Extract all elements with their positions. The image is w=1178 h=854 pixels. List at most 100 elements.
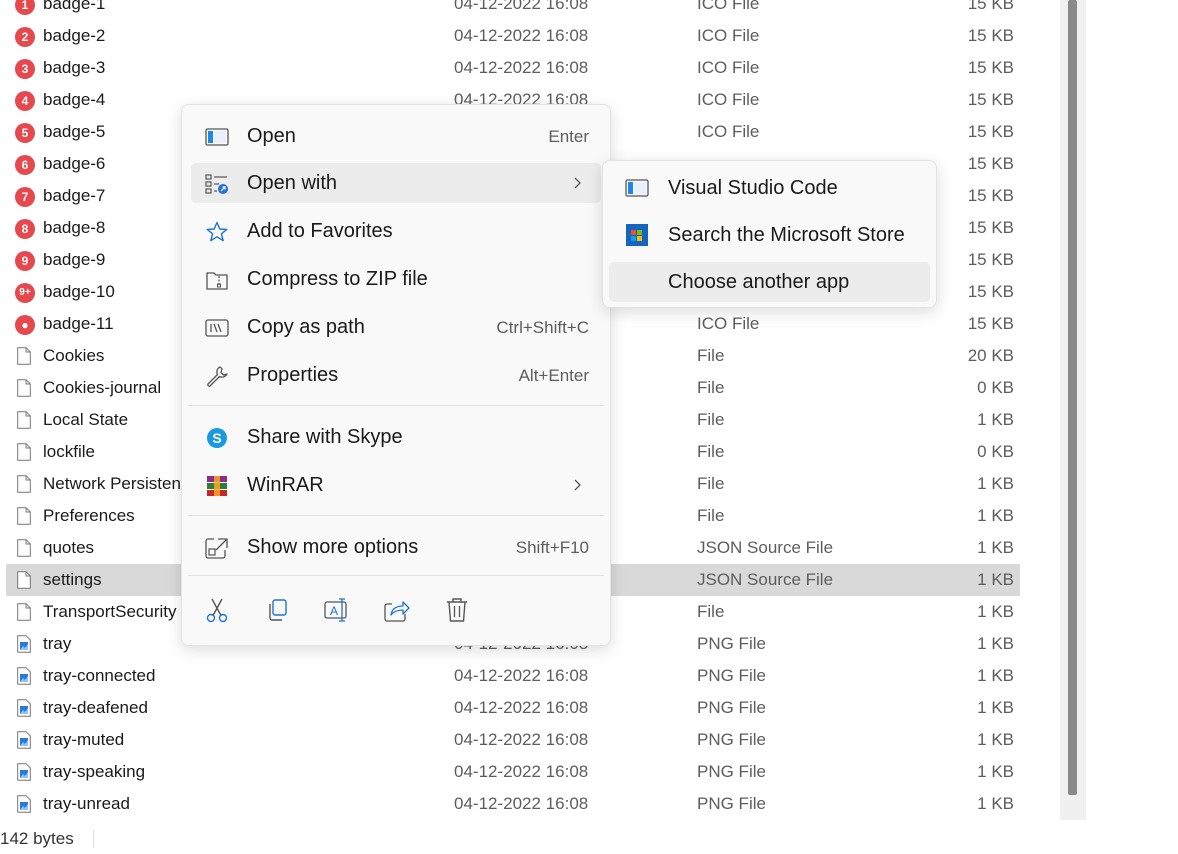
png-file-icon <box>17 763 31 781</box>
file-size: 1 KB <box>977 634 1014 653</box>
png-file-icon <box>17 699 31 717</box>
png-file-icon <box>17 667 31 685</box>
open-with-icon <box>205 174 228 194</box>
file-icon <box>17 603 31 621</box>
menu-item-share-skype[interactable]: S Share with Skype <box>191 417 601 457</box>
copy-icon[interactable] <box>262 595 292 625</box>
menu-item-open-with[interactable]: Open with <box>191 163 601 203</box>
file-row[interactable]: 3 badge-3 04-12-2022 16:08 ICO File 15 K… <box>0 52 1060 84</box>
badge-icon: ● <box>15 315 35 335</box>
file-size: 1 KB <box>977 538 1014 557</box>
submenu-item-label: Visual Studio Code <box>668 177 838 199</box>
file-name: quotes <box>43 538 95 557</box>
show-more-icon <box>205 538 228 559</box>
store-icon <box>626 224 648 246</box>
badge-icon: 9+ <box>15 283 35 303</box>
file-date: 04-12-2022 16:08 <box>454 58 589 77</box>
file-row[interactable]: 1 badge-1 04-12-2022 16:08 ICO File 15 K… <box>0 0 1060 20</box>
file-type: File <box>697 410 725 429</box>
file-type: File <box>697 378 725 397</box>
file-row[interactable]: tray-connected 04-12-2022 16:08 PNG File… <box>0 660 1060 692</box>
menu-item-label: Properties <box>247 364 339 386</box>
file-size: 1 KB <box>977 666 1014 685</box>
status-separator <box>93 830 94 848</box>
scrollbar-thumb[interactable] <box>1068 0 1077 795</box>
menu-separator <box>188 405 604 406</box>
file-name: badge-6 <box>43 154 106 173</box>
menu-item-winrar[interactable]: WinRAR <box>191 465 601 505</box>
file-name: tray-speaking <box>43 762 146 781</box>
file-row[interactable]: tray-deafened 04-12-2022 16:08 PNG File … <box>0 692 1060 724</box>
vscode-icon <box>625 179 649 197</box>
menu-separator <box>188 515 604 516</box>
badge-icon: 6 <box>15 155 35 175</box>
submenu-item-label: Choose another app <box>668 271 850 293</box>
status-bar-text: 142 bytes <box>0 829 74 848</box>
rename-icon[interactable]: A <box>322 595 352 625</box>
menu-item-label: Open with <box>247 172 338 194</box>
file-name: lockfile <box>43 442 95 461</box>
file-size: 1 KB <box>977 762 1014 781</box>
file-type: File <box>697 442 725 461</box>
file-type: File <box>697 506 725 525</box>
submenu-item-vscode[interactable]: Visual Studio Code <box>609 168 930 208</box>
menu-item-show-more-options[interactable]: Show more options Shift+F10 <box>191 527 601 567</box>
file-type: File <box>697 346 725 365</box>
file-size: 1 KB <box>977 730 1014 749</box>
menu-separator <box>188 575 604 576</box>
file-size: 20 KB <box>967 346 1014 365</box>
png-file-icon <box>17 731 31 749</box>
delete-icon[interactable] <box>442 595 472 625</box>
file-name: badge-8 <box>43 218 106 237</box>
file-icon <box>17 475 31 493</box>
svg-text:A: A <box>330 604 338 618</box>
file-icon <box>17 411 31 429</box>
png-file-icon <box>17 795 31 813</box>
file-name: badge-10 <box>43 282 115 301</box>
file-size: 1 KB <box>977 794 1014 813</box>
badge-icon: 5 <box>15 123 35 143</box>
menu-item-shortcut: Ctrl+Shift+C <box>496 318 589 337</box>
file-icon <box>17 443 31 461</box>
svg-text:S: S <box>212 430 221 446</box>
submenu-item-microsoft-store[interactable]: Search the Microsoft Store <box>609 215 930 255</box>
star-icon <box>206 221 228 242</box>
menu-item-open[interactable]: Open Enter <box>191 116 601 156</box>
file-size: 1 KB <box>977 570 1014 589</box>
file-name: badge-1 <box>43 0 106 13</box>
menu-item-compress-zip[interactable]: Compress to ZIP file <box>191 259 601 299</box>
file-size: 0 KB <box>977 442 1014 461</box>
file-size: 15 KB <box>967 58 1014 77</box>
cut-icon[interactable] <box>202 595 232 625</box>
menu-item-properties[interactable]: Properties Alt+Enter <box>191 355 601 395</box>
zip-folder-icon <box>206 272 228 290</box>
share-icon[interactable] <box>382 595 412 625</box>
file-name: badge-4 <box>43 90 106 109</box>
badge-icon: 8 <box>15 219 35 239</box>
file-date: 04-12-2022 16:08 <box>454 730 589 749</box>
file-row[interactable]: tray-unread 04-12-2022 16:08 PNG File 1 … <box>0 788 1060 820</box>
menu-item-label: Add to Favorites <box>247 220 393 242</box>
file-date: 04-12-2022 16:08 <box>454 666 589 685</box>
file-row[interactable]: tray-speaking 04-12-2022 16:08 PNG File … <box>0 756 1060 788</box>
badge-icon: 1 <box>15 0 35 15</box>
file-size: 15 KB <box>967 314 1014 333</box>
submenu-item-choose-another-app[interactable]: Choose another app <box>609 262 930 302</box>
menu-item-copy-as-path[interactable]: Copy as path Ctrl+Shift+C <box>191 307 601 347</box>
chevron-right-icon <box>574 479 581 491</box>
file-icon <box>17 571 31 589</box>
file-date: 04-12-2022 16:08 <box>454 698 589 717</box>
menu-item-add-to-favorites[interactable]: Add to Favorites <box>191 211 601 251</box>
file-type: PNG File <box>697 698 766 717</box>
file-type: ICO File <box>697 122 760 141</box>
file-name: Cookies <box>43 346 105 365</box>
file-icon <box>17 539 31 557</box>
menu-item-label: Open <box>247 125 296 147</box>
file-type: PNG File <box>697 762 766 781</box>
file-size: 0 KB <box>977 378 1014 397</box>
file-name: settings <box>43 570 102 589</box>
chevron-right-icon <box>574 177 581 189</box>
file-row[interactable]: 2 badge-2 04-12-2022 16:08 ICO File 15 K… <box>0 20 1060 52</box>
file-row[interactable]: tray-muted 04-12-2022 16:08 PNG File 1 K… <box>0 724 1060 756</box>
file-type: PNG File <box>697 794 766 813</box>
